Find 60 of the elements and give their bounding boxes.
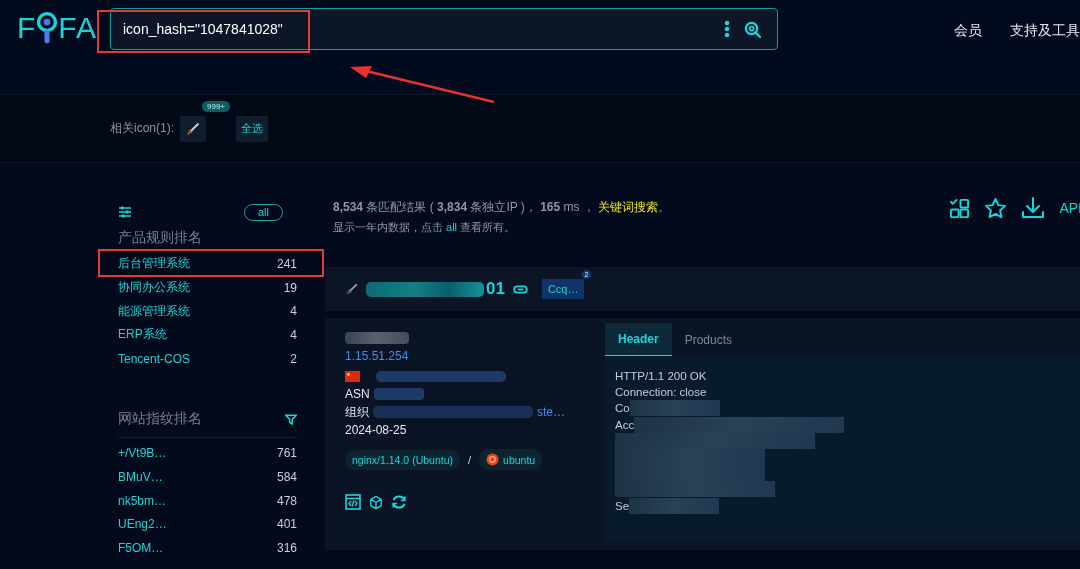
cert-tag[interactable]: Ccq… (541, 279, 585, 299)
code-icon (345, 494, 361, 510)
redaction-blur (345, 332, 409, 344)
date-range-note: 显示一年内数据，点击 all 查看所有。 (333, 220, 517, 235)
grid-check-icon (949, 197, 971, 219)
ranking-item[interactable]: 后台管理系统 241 (118, 252, 297, 276)
ip-link[interactable]: 1.15.51.254 (345, 349, 585, 367)
search-icon (744, 20, 761, 38)
nav-link[interactable]: 支持及工具 (1010, 22, 1080, 40)
header-line: Se (615, 499, 630, 512)
redaction-blur (373, 388, 424, 400)
select-all-button[interactable]: 全选 (236, 115, 268, 142)
api-link[interactable]: API (1059, 200, 1080, 216)
org-label: 组织 (345, 403, 369, 421)
tab[interactable]: Products (671, 323, 746, 356)
refresh-icon (391, 494, 407, 510)
star-icon (984, 196, 1008, 220)
ranking-item[interactable]: UEng2… 401 (118, 512, 297, 537)
keyword-search-link[interactable]: 关键词搜索 (598, 200, 659, 214)
product-tag[interactable]: nginx/1.14.0 (Ubuntu) (345, 449, 460, 470)
date-text: 2024-08-25 (345, 422, 408, 439)
all-link[interactable]: all (446, 221, 458, 233)
nav-link[interactable]: 会员 (954, 22, 982, 40)
link-icon (512, 284, 528, 294)
filter-icon (285, 413, 297, 425)
ranking-item[interactable]: nk5bm… 478 (118, 488, 297, 513)
search-input[interactable]: icon_hash="1047841028" (123, 21, 710, 37)
flag-icon (345, 370, 360, 382)
header-line: Connection: close (615, 386, 707, 399)
sword-icon (186, 121, 200, 136)
logo-text: FA (58, 10, 97, 46)
header-line: Acc (615, 418, 635, 431)
tab[interactable]: Header (605, 323, 672, 356)
sliders-icon (118, 205, 132, 219)
section-title: 产品规则排名 (118, 229, 202, 247)
header-line: HTTP/1.1 200 OK (615, 370, 707, 383)
count-badge: 999+ (202, 100, 231, 112)
more-icon (724, 20, 730, 38)
ranking-item[interactable]: 能源管理系统 4 (118, 299, 297, 324)
download-icon (1021, 196, 1046, 220)
ubuntu-icon (486, 453, 500, 466)
host-title[interactable]: 01 (486, 279, 505, 299)
ranking-item[interactable]: ERP系统 4 (118, 323, 297, 347)
cube-icon (369, 494, 383, 510)
ranking-item[interactable]: F5OM… 316 (118, 536, 297, 560)
asn-label: ASN (345, 387, 370, 401)
sword-icon (346, 283, 358, 295)
ranking-item[interactable]: 协同办公系统 19 (118, 275, 297, 300)
header-line: Co (615, 402, 630, 415)
ranking-item[interactable]: BMuV… 584 (118, 465, 297, 489)
separator-text: / (468, 453, 472, 466)
ranking-item[interactable]: Tencent-COS 2 (118, 346, 297, 371)
search-field[interactable]: icon_hash="1047841028" (110, 8, 778, 50)
org-link[interactable]: ste… (537, 405, 565, 419)
ranking-item[interactable]: +/Vt9B… 761 (118, 441, 297, 466)
result-summary: 8,534 条匹配结果 ( 3,834 条独立IP )， 165 ms ， 关键词搜索。 (333, 199, 671, 216)
filter-label: 相关icon(1): (110, 120, 174, 137)
product-tag[interactable]: ubuntu (479, 449, 543, 470)
logo-text: F (17, 10, 37, 46)
section-title: 网站指纹排名 (118, 410, 202, 429)
